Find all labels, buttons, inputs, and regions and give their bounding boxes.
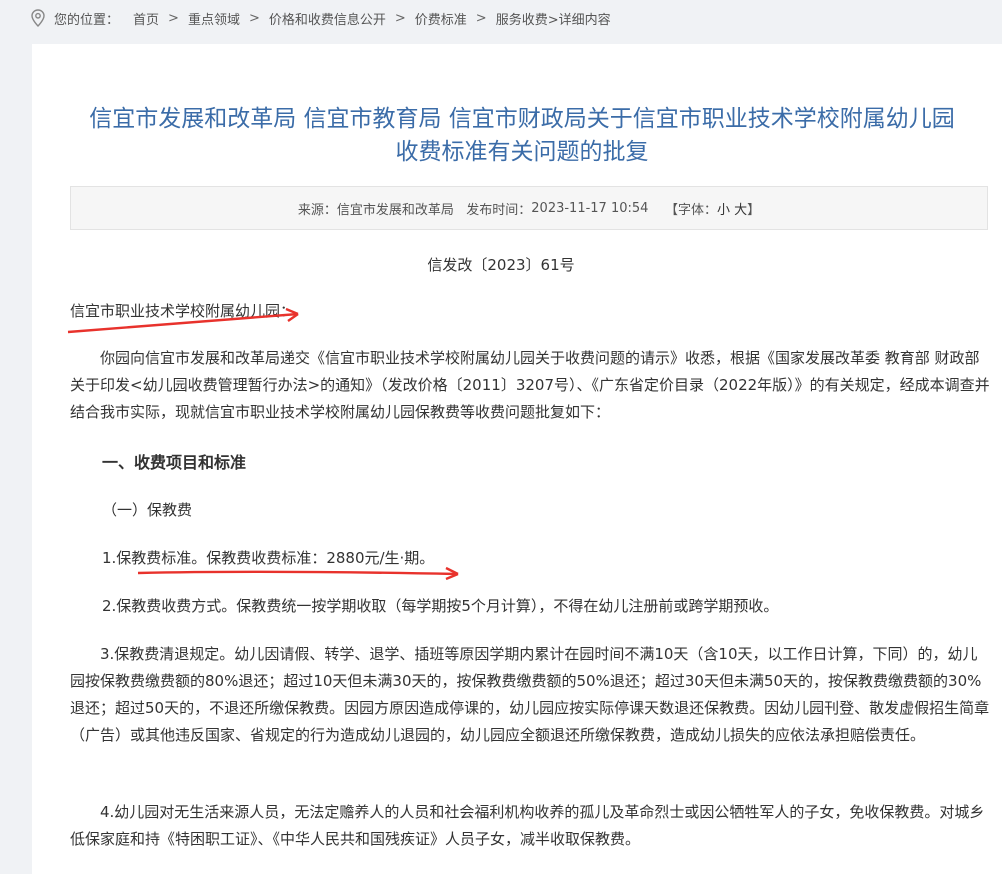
font-large-button[interactable]: 大 bbox=[734, 199, 747, 218]
breadcrumb-price-standard[interactable]: 价费标准 bbox=[415, 9, 467, 28]
breadcrumb-separator: > bbox=[475, 10, 487, 26]
time-label: 发布时间： bbox=[466, 202, 532, 218]
font-size-label: 【字体： bbox=[664, 202, 717, 218]
breadcrumb: 您的位置： 首页 > 重点领域 > 价格和收费信息公开 > 价费标准 > 服务收… bbox=[0, 0, 1002, 36]
breadcrumb-home[interactable]: 首页 bbox=[133, 9, 159, 28]
breadcrumb-current: >详细内容 bbox=[547, 12, 611, 28]
location-pin-icon bbox=[31, 9, 45, 27]
article-meta-bar: 来源： 信宜市发展和改革局 发布时间： 2023-11-17 10:54 【字体… bbox=[70, 186, 988, 230]
article-title-line2: 收费标准有关问题的批复 bbox=[395, 139, 649, 166]
meta-gap bbox=[454, 201, 466, 216]
article-card: 信宜市发展和改革局 信宜市教育局 信宜市财政局关于信宜市职业技术学校附属幼儿园 … bbox=[32, 44, 1002, 874]
intro-paragraph: 你园向信宜市发展和改革局递交《信宜市职业技术学校附属幼儿园关于收费问题的请示》收… bbox=[70, 349, 990, 421]
meta-gap bbox=[648, 201, 665, 216]
subsection-heading-tuition: （一）保教费 bbox=[102, 501, 193, 519]
item-tuition-method: 2.保教费收费方式。保教费统一按学期收取（每学期按5个月计算），不得在幼儿注册前… bbox=[102, 597, 779, 615]
article-title: 信宜市发展和改革局 信宜市教育局 信宜市财政局关于信宜市职业技术学校附属幼儿园 … bbox=[32, 103, 1002, 169]
article-title-line1: 信宜市发展和改革局 信宜市教育局 信宜市财政局关于信宜市职业技术学校附属幼儿园 bbox=[89, 106, 955, 133]
item-tuition-standard: 1.保教费标准。保教费收费标准：2880元/生·期。 bbox=[102, 549, 435, 567]
breadcrumb-prefix: 您的位置： bbox=[54, 12, 120, 28]
breadcrumb-separator: > bbox=[248, 10, 260, 26]
font-size-close: 】 bbox=[747, 202, 761, 218]
item-tuition-exemption: 4.幼儿园对无生活来源人员，无法定赡养人的人员和社会福利机构收养的孤儿及革命烈士… bbox=[70, 803, 985, 848]
document-number: 信发改〔2023〕61号 bbox=[427, 256, 575, 274]
time-value: 2023-11-17 10:54 bbox=[531, 200, 649, 216]
item-tuition-refund: 3.保教费清退规定。幼儿因请假、转学、退学、插班等原因学期内累计在园时间不满10… bbox=[70, 645, 990, 744]
breadcrumb-price-info[interactable]: 价格和收费信息公开 bbox=[269, 9, 386, 28]
section-heading-fees: 一、收费项目和标准 bbox=[102, 453, 247, 472]
breadcrumb-service-fees[interactable]: 服务收费 bbox=[496, 9, 548, 28]
breadcrumb-key-areas[interactable]: 重点领域 bbox=[188, 9, 240, 28]
breadcrumb-separator: > bbox=[168, 10, 179, 26]
source-value: 信宜市发展和改革局 bbox=[336, 202, 454, 218]
salutation: 信宜市职业技术学校附属幼儿园： bbox=[70, 302, 296, 320]
source-label: 来源： bbox=[297, 202, 337, 218]
breadcrumb-separator: > bbox=[394, 10, 406, 26]
font-small-button[interactable]: 小 bbox=[717, 199, 730, 218]
